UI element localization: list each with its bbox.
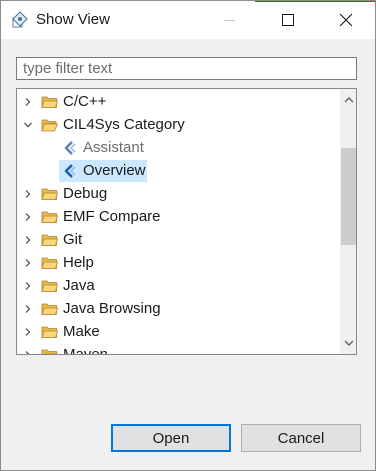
chevron-right-icon[interactable] bbox=[21, 255, 35, 271]
view-tree[interactable]: C/C++ CIL4Sys Category Assistant Overview De… bbox=[16, 88, 357, 355]
chevron-right-icon[interactable] bbox=[21, 94, 35, 110]
folder-icon bbox=[41, 326, 58, 338]
chevron-right-icon[interactable] bbox=[21, 324, 35, 340]
cancel-button[interactable]: Cancel bbox=[241, 424, 361, 452]
chevron-down-icon[interactable] bbox=[21, 117, 35, 133]
chevron-down-icon bbox=[344, 340, 353, 346]
tree-view-row[interactable]: Overview bbox=[17, 160, 340, 182]
cil4sys-view-icon bbox=[64, 141, 76, 155]
tree-item-label: Java Browsing bbox=[63, 300, 161, 317]
tree-item-label: Maven bbox=[63, 346, 108, 354]
tree-category-row[interactable]: Java bbox=[17, 275, 340, 297]
chevron-right-icon[interactable] bbox=[21, 278, 35, 294]
show-view-dialog: Show View C/C++ CIL4Sys Category Assistant… bbox=[0, 0, 376, 471]
tree-item-label: Overview bbox=[83, 162, 146, 179]
tree-item-label: Git bbox=[63, 231, 83, 248]
chevron-right-icon[interactable] bbox=[21, 209, 35, 225]
folder-icon bbox=[41, 257, 58, 269]
chevron-right-icon[interactable] bbox=[21, 347, 35, 354]
maximize-icon bbox=[282, 14, 294, 26]
close-button[interactable] bbox=[317, 1, 375, 39]
filter-input[interactable] bbox=[16, 57, 357, 80]
vertical-scrollbar[interactable] bbox=[340, 89, 356, 354]
tree-category-row[interactable]: CIL4Sys Category bbox=[17, 114, 340, 136]
close-icon bbox=[340, 14, 352, 26]
folder-icon bbox=[41, 188, 58, 200]
folder-icon bbox=[41, 303, 58, 315]
title-bar: Show View bbox=[1, 1, 375, 39]
chevron-up-icon bbox=[344, 97, 353, 103]
tree-category-row[interactable]: Java Browsing bbox=[17, 298, 340, 320]
scroll-up-button[interactable] bbox=[340, 91, 356, 108]
tree-category-row[interactable]: Help bbox=[17, 252, 340, 274]
tree-item-label: Make bbox=[63, 323, 100, 340]
tree-item-label: C/C++ bbox=[63, 93, 107, 110]
folder-icon bbox=[41, 211, 58, 223]
tree-category-row[interactable]: Git bbox=[17, 229, 340, 251]
maximize-button[interactable] bbox=[259, 1, 317, 39]
show-view-icon bbox=[12, 11, 28, 28]
folder-icon bbox=[41, 96, 58, 108]
tree-item-label: Java bbox=[63, 277, 95, 294]
tree-rows: C/C++ CIL4Sys Category Assistant Overview De… bbox=[17, 89, 340, 354]
chevron-right-icon[interactable] bbox=[21, 232, 35, 248]
chevron-right-icon[interactable] bbox=[21, 186, 35, 202]
open-button[interactable]: Open bbox=[111, 424, 231, 452]
folder-icon bbox=[41, 234, 58, 246]
tree-category-row[interactable]: Make bbox=[17, 321, 340, 343]
tree-item-label: Assistant bbox=[83, 139, 144, 156]
minimize-icon bbox=[224, 20, 235, 21]
tree-item-label: Help bbox=[63, 254, 94, 271]
window-title: Show View bbox=[36, 11, 110, 28]
tree-view-row[interactable]: Assistant bbox=[17, 137, 340, 159]
tree-item-label: Debug bbox=[63, 185, 108, 202]
tree-category-row[interactable]: C/C++ bbox=[17, 91, 340, 113]
cil4sys-view-icon bbox=[64, 164, 76, 178]
chevron-right-icon[interactable] bbox=[21, 301, 35, 317]
minimize-button[interactable] bbox=[201, 1, 259, 39]
tree-category-row[interactable]: Debug bbox=[17, 183, 340, 205]
tree-item-label: EMF Compare bbox=[63, 208, 161, 225]
open-folder-icon bbox=[41, 119, 58, 132]
tree-category-row[interactable]: EMF Compare bbox=[17, 206, 340, 228]
folder-icon bbox=[41, 280, 58, 292]
tree-item-label: CIL4Sys Category bbox=[63, 116, 185, 133]
scroll-thumb[interactable] bbox=[341, 148, 356, 245]
folder-icon bbox=[41, 349, 58, 354]
scroll-down-button[interactable] bbox=[340, 335, 356, 352]
tree-category-row[interactable]: Maven bbox=[17, 344, 340, 354]
